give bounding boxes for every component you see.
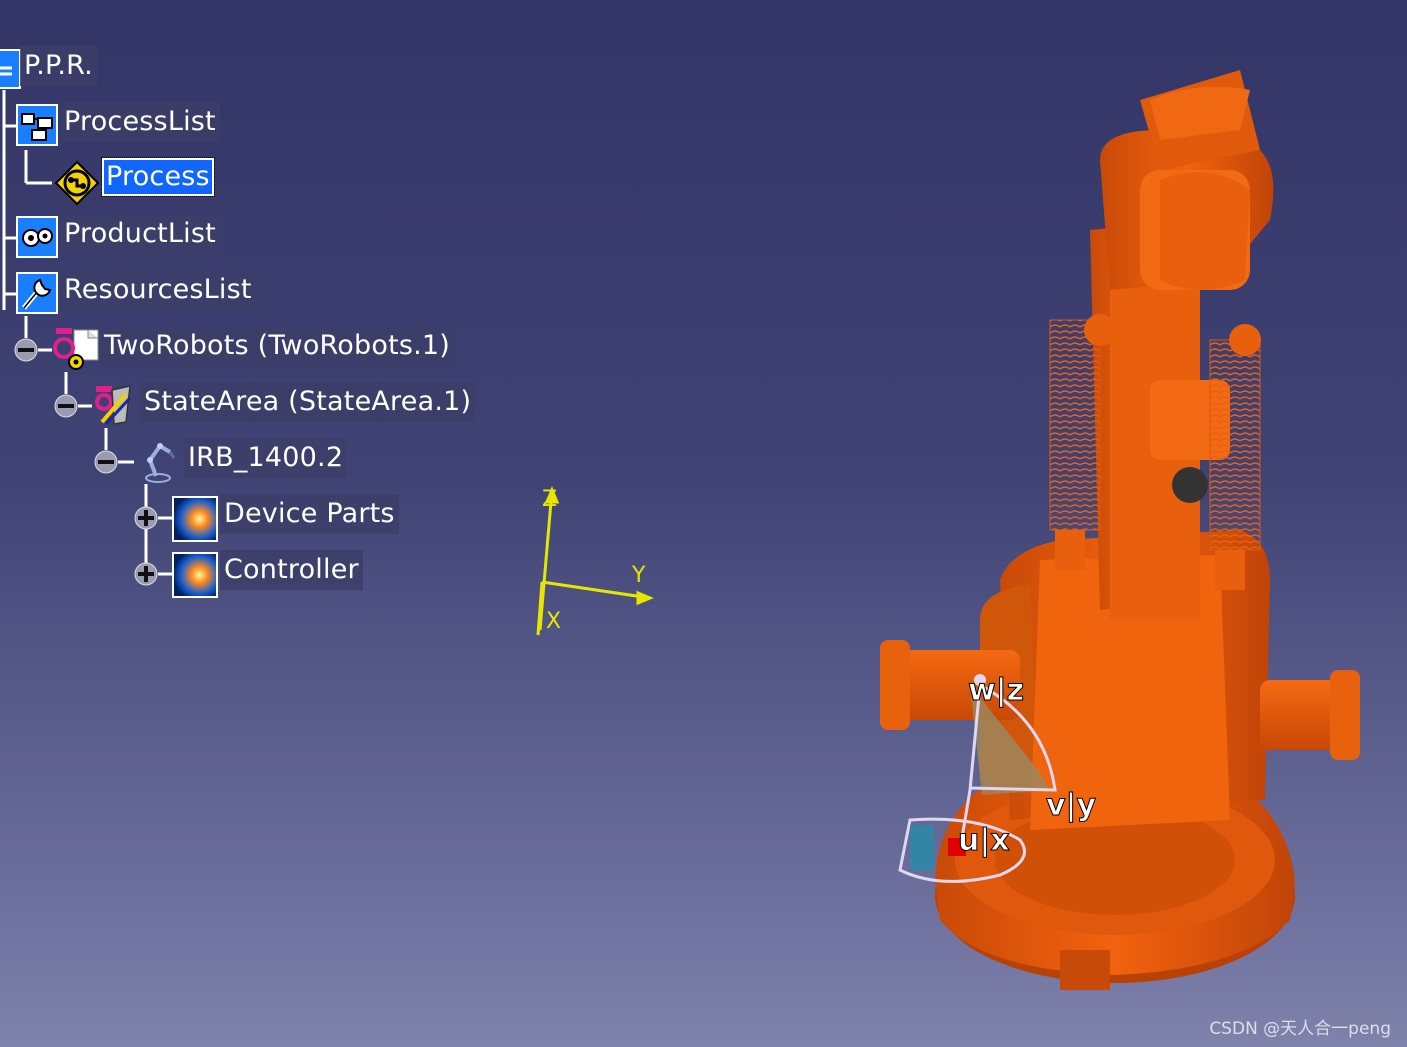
tree-label[interactable]: IRB_1400.2	[184, 438, 348, 478]
tree-label[interactable]: StateArea (StateArea.1)	[140, 382, 476, 422]
controller-icon	[172, 552, 218, 598]
process-list-icon	[16, 104, 58, 146]
collapse-icon[interactable]	[93, 449, 119, 475]
process-icon	[54, 160, 100, 206]
axis-compass[interactable]: Z Y X	[520, 470, 670, 650]
tree-node-ppr[interactable]: P.P.R.	[20, 44, 97, 88]
tree-label[interactable]: ProductList	[60, 214, 220, 254]
robot-model[interactable]: w|z v|y u|x	[860, 60, 1380, 1010]
device-parts-icon	[172, 496, 218, 542]
tree-label[interactable]: Device Parts	[220, 494, 399, 534]
tree-node-device-parts[interactable]: Device Parts	[220, 492, 399, 536]
resources-list-icon	[16, 272, 58, 314]
tree-node-controller[interactable]: Controller	[220, 548, 363, 592]
tree-label-selected[interactable]: Process	[101, 157, 215, 197]
tree-label[interactable]: ProcessList	[60, 102, 220, 142]
collapse-icon[interactable]	[13, 337, 39, 363]
collapse-icon[interactable]	[53, 393, 79, 419]
z-axis-label: Z	[542, 487, 557, 512]
ppr-icon	[0, 49, 21, 89]
tree-label[interactable]: TwoRobots (TwoRobots.1)	[100, 326, 455, 366]
product-list-icon	[16, 216, 58, 258]
expand-icon[interactable]	[133, 561, 159, 587]
tree-label[interactable]: P.P.R.	[20, 46, 97, 86]
resource-group-icon	[53, 328, 99, 370]
watermark-text: CSDN @天人合一peng	[1209, 1019, 1391, 1039]
robot-icon	[145, 443, 176, 483]
tree-node-process[interactable]: Process	[101, 155, 215, 199]
tree-node-product-list[interactable]: ProductList	[60, 212, 220, 256]
u-axis-label: u|x	[958, 823, 1010, 858]
tree-node-resources-list[interactable]: ResourcesList	[60, 268, 256, 312]
expand-icon[interactable]	[133, 505, 159, 531]
y-axis-label: Y	[631, 563, 646, 588]
tree-label[interactable]: ResourcesList	[60, 270, 256, 310]
3d-viewport[interactable]: P.P.R. ProcessList Process ProductList R…	[0, 0, 1407, 1047]
x-axis-label: X	[546, 609, 561, 634]
v-axis-label: v|y	[1046, 788, 1097, 823]
tree-node-robot[interactable]: IRB_1400.2	[184, 436, 348, 480]
tree-node-state-area[interactable]: StateArea (StateArea.1)	[140, 380, 476, 424]
state-area-icon	[95, 385, 132, 426]
tree-label[interactable]: Controller	[220, 550, 363, 590]
tree-node-process-list[interactable]: ProcessList	[60, 100, 220, 144]
tree-node-two-robots[interactable]: TwoRobots (TwoRobots.1)	[100, 324, 455, 368]
w-axis-label: w|z	[968, 673, 1024, 708]
